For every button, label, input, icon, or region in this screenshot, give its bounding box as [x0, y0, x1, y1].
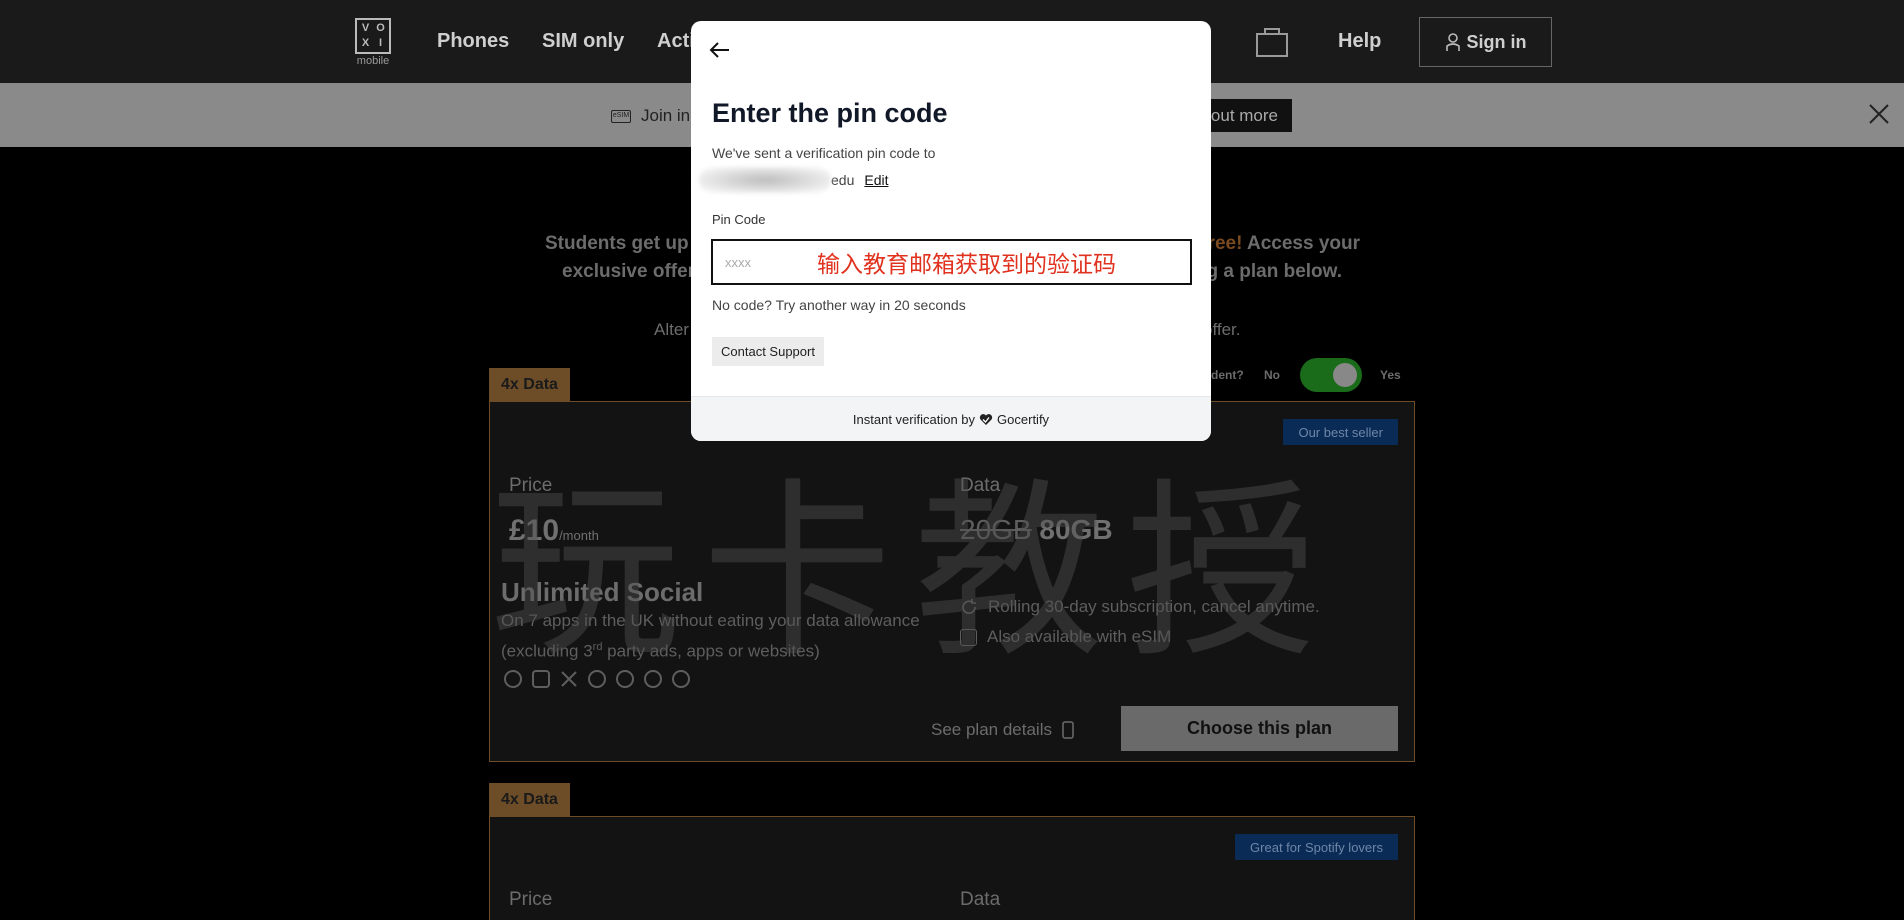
logo-letter: V	[361, 22, 370, 34]
toggle-yes-label: Yes	[1380, 368, 1401, 382]
plan-title: Unlimited Social	[501, 577, 704, 607]
user-icon	[1445, 33, 1460, 51]
logo-subtitle: mobile	[356, 55, 390, 67]
data-label: Data	[960, 889, 1001, 910]
feature-esim: Also available with eSIM	[960, 627, 1171, 647]
logo-letter: I	[378, 37, 383, 49]
refresh-icon	[962, 599, 976, 614]
footer-prefix: Instant verification by	[852, 411, 976, 427]
desc-line1: On 7 apps in the UK without eating your …	[501, 611, 920, 630]
logo-letter: X	[361, 37, 370, 49]
esim-icon: eSIM	[611, 110, 631, 123]
spotify-badge: Great for Spotify lovers	[1235, 834, 1398, 860]
student-toggle[interactable]	[1300, 358, 1362, 392]
annotation-overlay: 输入教育邮箱获取到的验证码	[817, 252, 1116, 278]
card-tab-4x-data: 4x Data	[489, 783, 570, 816]
student-question: dent?	[1211, 368, 1244, 382]
plan-price: £10/month	[509, 514, 599, 548]
facebook-icon	[616, 670, 634, 688]
edit-email-link[interactable]: Edit	[864, 172, 888, 188]
esim-chip-icon	[960, 628, 977, 646]
feature-esim-text: Also available with eSIM	[987, 627, 1172, 646]
feature-rolling-text: Rolling 30-day subscription, cancel anyt…	[988, 597, 1320, 616]
desc-line2: (excluding 3	[501, 641, 593, 661]
toggle-no-label: No	[1264, 368, 1280, 382]
promo-line2-end: g a plan below.	[1206, 261, 1342, 282]
plan-data: 20GB 80GB	[960, 514, 1113, 546]
plan-description: On 7 apps in the UK without eating your …	[501, 608, 921, 665]
promo-line1-start: Students get up t	[545, 233, 701, 254]
sign-in-button[interactable]: Sign in	[1419, 17, 1552, 67]
data-label: Data	[960, 475, 1001, 496]
plan-card-unlimited-social: Our best seller Price Data £10/month 20G…	[489, 401, 1415, 762]
price-period: /month	[559, 528, 599, 543]
see-plan-details-link[interactable]: See plan details	[931, 720, 1074, 740]
best-seller-badge: Our best seller	[1283, 419, 1398, 445]
promo-line2-start: exclusive offer	[562, 261, 696, 282]
choose-plan-button[interactable]: Choose this plan	[1121, 706, 1398, 751]
pin-code-label: Pin Code	[712, 212, 766, 227]
nav-phones[interactable]: Phones	[437, 30, 509, 53]
price-label: Price	[509, 475, 553, 496]
email-suffix: edu	[831, 172, 855, 188]
messenger-icon	[644, 670, 662, 688]
nav-help[interactable]: Help	[1338, 30, 1381, 53]
desc-line3: party ads, apps or websites)	[602, 641, 820, 661]
plan-card-spotify: Great for Spotify lovers Price Data	[489, 816, 1415, 920]
snapchat-icon	[504, 670, 522, 688]
desc-sup: rd	[592, 641, 603, 653]
back-arrow-icon[interactable]	[707, 37, 733, 63]
logo-box: V O X I	[355, 18, 391, 54]
toggle-knob	[1333, 363, 1357, 387]
contact-support-button[interactable]: Contact Support	[712, 337, 824, 366]
nav-activate[interactable]: Acti	[657, 30, 695, 53]
data-old: 20GB	[960, 514, 1032, 545]
sent-text: We've sent a verification pin code to	[712, 145, 936, 161]
card-tab-4x-data: 4x Data	[489, 368, 570, 401]
logo-letter: O	[376, 22, 385, 34]
sign-in-label: Sign in	[1466, 31, 1527, 52]
close-icon[interactable]	[1868, 103, 1890, 125]
nav-sim-only[interactable]: SIM only	[542, 30, 624, 53]
footer-brand: Gocertify	[997, 411, 1050, 427]
feature-rolling: Rolling 30-day subscription, cancel anyt…	[960, 597, 1320, 617]
phone-icon	[1062, 721, 1074, 739]
promo-line1-end: Access your	[1242, 233, 1360, 254]
basket-icon[interactable]	[1254, 26, 1290, 58]
whatsapp-icon	[588, 670, 606, 688]
pin-code-modal: Enter the pin code We've sent a verifica…	[691, 21, 1211, 441]
price-label: Price	[509, 889, 553, 910]
instagram-icon	[532, 670, 550, 688]
email-row: edu Edit	[699, 167, 888, 193]
voxi-logo[interactable]: V O X I mobile	[355, 18, 391, 68]
banner-text: Join in	[641, 106, 691, 125]
x-icon	[560, 670, 578, 688]
alt-text-start: Alter	[654, 320, 689, 339]
social-app-icons	[504, 670, 690, 688]
modal-footer: Instant verification by Gocertify	[691, 396, 1211, 441]
no-code-text: No code? Try another way in 20 seconds	[712, 297, 966, 313]
gocertify-heart-icon	[979, 413, 993, 425]
blurred-email	[699, 167, 831, 193]
see-details-label: See plan details	[931, 720, 1052, 739]
data-new: 80GB	[1039, 514, 1113, 545]
modal-title: Enter the pin code	[712, 98, 948, 128]
pinterest-icon	[672, 670, 690, 688]
price-value: £10	[509, 514, 560, 547]
